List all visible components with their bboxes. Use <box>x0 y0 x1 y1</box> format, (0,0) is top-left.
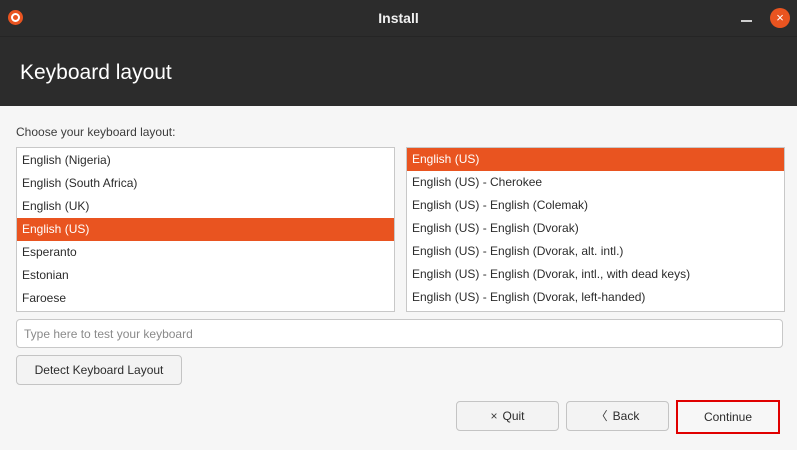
continue-button-label: Continue <box>703 410 753 424</box>
list-item[interactable]: English (US) - English (Dvorak) <box>407 217 784 240</box>
detect-keyboard-layout-button[interactable]: Detect Keyboard Layout <box>16 355 182 385</box>
list-item[interactable]: English (US) <box>407 148 784 171</box>
list-item[interactable]: Faroese <box>17 287 394 310</box>
back-button-label: Back <box>612 409 640 423</box>
chevron-left-icon: 〈 <box>595 409 608 423</box>
layout-prompt: Choose your keyboard layout: <box>16 125 176 139</box>
close-icon: × <box>490 409 498 423</box>
page-header: Keyboard layout <box>0 36 797 106</box>
list-item[interactable]: Esperanto <box>17 241 394 264</box>
keyboard-test-input[interactable] <box>16 319 783 348</box>
list-item[interactable]: English (US) <box>17 218 394 241</box>
list-item[interactable]: English (South Africa) <box>17 172 394 195</box>
title-bar: Install × <box>0 0 797 36</box>
list-item[interactable]: English (US) - English (Dvorak, alt. int… <box>407 240 784 263</box>
quit-button-label: Quit <box>502 409 525 423</box>
list-item[interactable]: English (US) - Cherokee <box>407 171 784 194</box>
back-button[interactable]: 〈 Back <box>566 401 669 431</box>
list-item[interactable]: English (US) - English (Dvorak, left-han… <box>407 286 784 309</box>
page-title: Keyboard layout <box>20 61 172 84</box>
list-item[interactable]: English (US) - English (Dvorak, intl., w… <box>407 263 784 286</box>
close-icon[interactable]: × <box>770 8 790 28</box>
detect-button-label: Detect Keyboard Layout <box>34 363 164 377</box>
minimize-icon[interactable] <box>741 20 752 22</box>
list-item[interactable]: English (US) - English (Colemak) <box>407 194 784 217</box>
keyboard-variant-list[interactable]: English (US) English (US) - Cherokee Engli… <box>406 147 785 312</box>
installer-window: Install × Keyboard layout Choose your ke… <box>0 0 797 450</box>
continue-button[interactable]: Continue <box>676 400 780 434</box>
list-item[interactable]: English (UK) <box>17 195 394 218</box>
quit-button[interactable]: × Quit <box>456 401 559 431</box>
window-title: Install <box>378 10 419 26</box>
list-item[interactable]: English (Nigeria) <box>17 149 394 172</box>
keyboard-layout-list[interactable]: English (Nigeria) English (South Africa) E… <box>16 147 395 312</box>
list-item[interactable]: Estonian <box>17 264 394 287</box>
